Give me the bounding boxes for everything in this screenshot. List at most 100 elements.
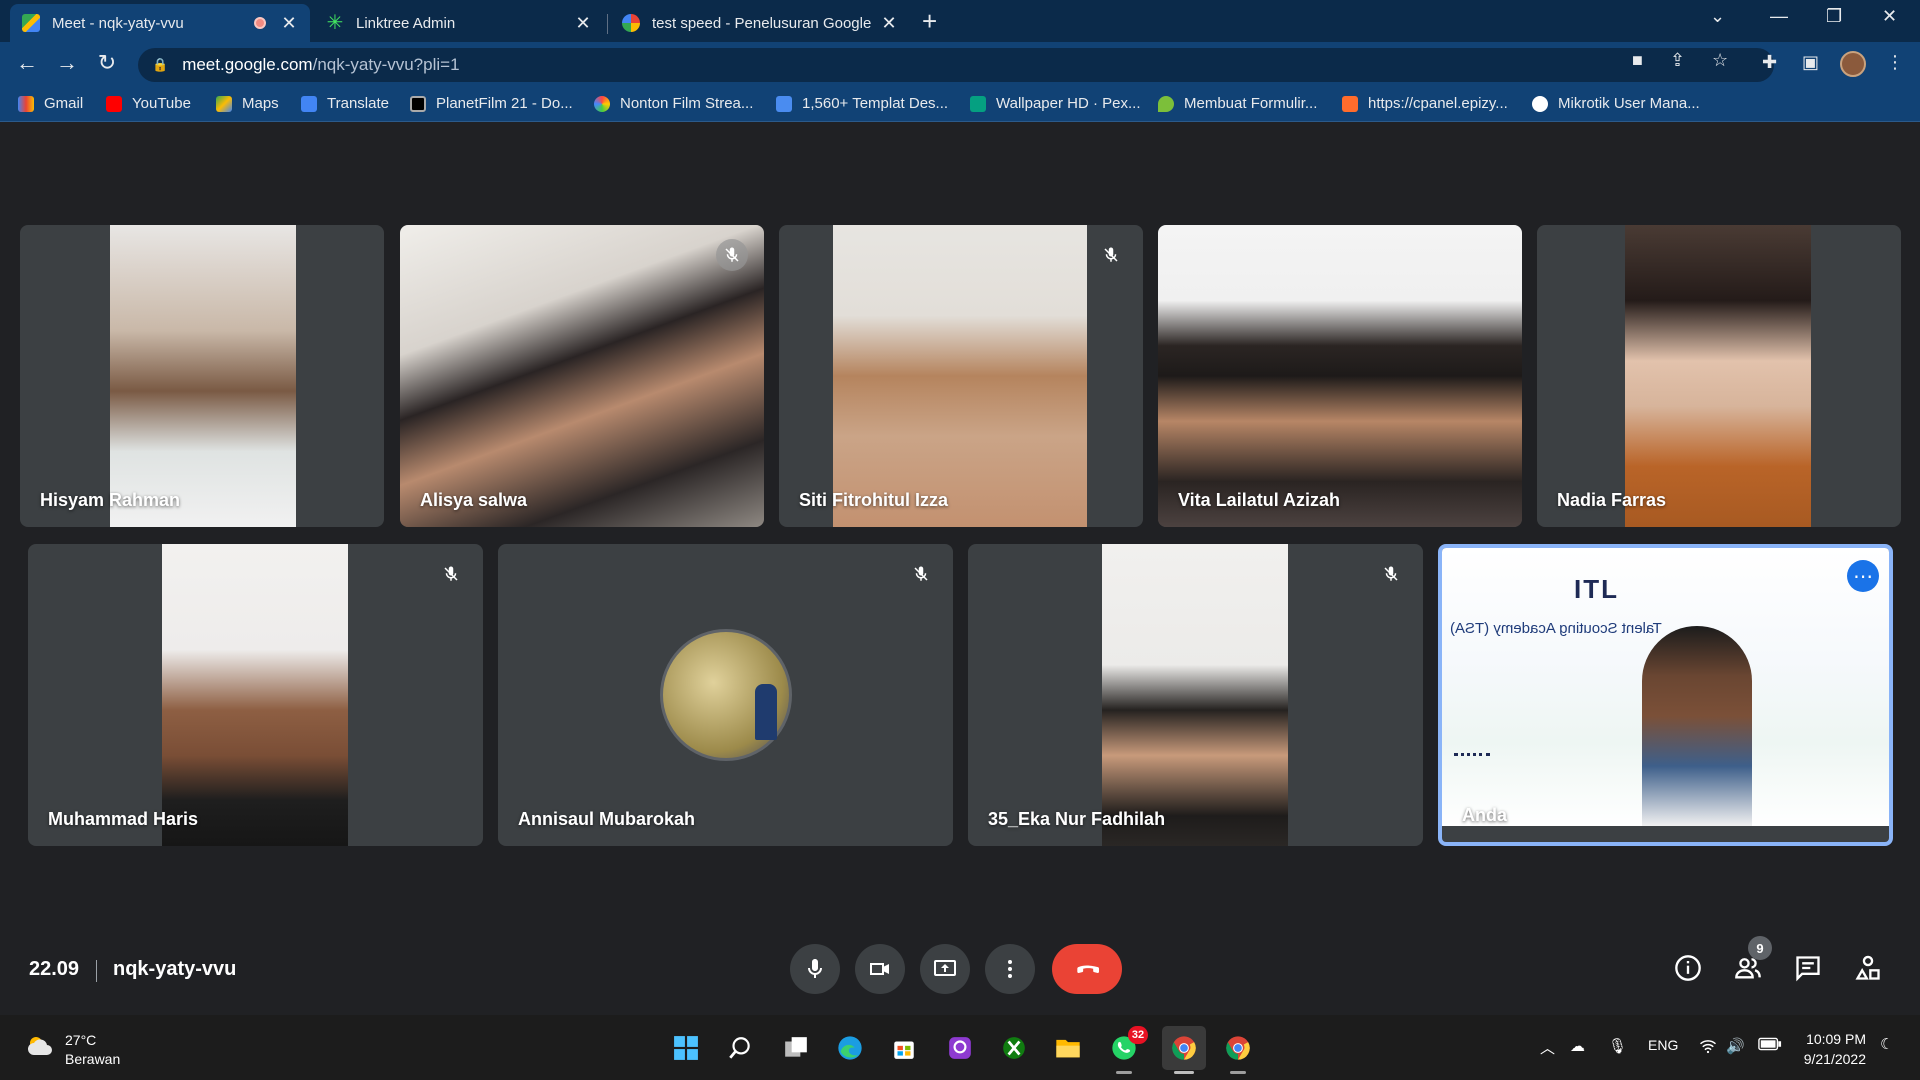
close-tab-icon[interactable]: ✕ (280, 13, 298, 34)
self-view-tile[interactable]: ITL Talent Scouting Academy (TSA) ⋯ Anda (1438, 544, 1893, 846)
participant-video (110, 225, 296, 527)
participant-tile[interactable]: Nadia Farras (1537, 225, 1901, 527)
chrome-menu-icon[interactable]: ⋮ (1886, 52, 1904, 73)
search-icon[interactable] (724, 1032, 756, 1064)
new-tab-icon[interactable]: + (922, 6, 937, 37)
bookmark-label: PlanetFilm 21 - Do... (436, 95, 573, 112)
participant-tile[interactable]: Siti Fitrohitul Izza (779, 225, 1143, 527)
profile-avatar[interactable] (1840, 51, 1866, 77)
chrome-taskbar-icon[interactable] (1162, 1026, 1206, 1074)
participant-video (1102, 544, 1288, 846)
tab-google-search[interactable]: test speed - Penelusuran Google ✕ (610, 4, 910, 42)
self-video: ITL Talent Scouting Academy (TSA) (1442, 548, 1889, 826)
mic-off-icon (1095, 239, 1127, 271)
wifi-icon[interactable] (1698, 1037, 1718, 1059)
present-screen-button[interactable] (920, 944, 970, 994)
podcast-app-icon[interactable] (944, 1032, 976, 1064)
close-tab-icon[interactable]: ✕ (880, 13, 898, 34)
bookmark-translate[interactable]: Translate (301, 95, 389, 112)
chrome-profile-icon[interactable] (1222, 1032, 1254, 1074)
participant-tile[interactable]: Hisyam Rahman (20, 225, 384, 527)
maps-icon (216, 95, 232, 112)
focus-moon-icon[interactable]: ☾ (1880, 1035, 1893, 1053)
tab-search-chevron-icon[interactable]: ⌄ (1710, 6, 1725, 27)
bookmark-label: Maps (242, 95, 279, 112)
chat-icon (1796, 956, 1820, 982)
tab-separator (607, 14, 608, 34)
side-panel-icon[interactable]: ▣ (1802, 52, 1819, 73)
task-view-icon[interactable] (780, 1032, 812, 1064)
camera-in-use-icon[interactable]: ■ (1632, 50, 1643, 71)
bookmark-gmail[interactable]: Gmail (18, 95, 83, 112)
participant-tile[interactable]: 35_Eka Nur Fadhilah (968, 544, 1423, 846)
bookmark-nonton[interactable]: Nonton Film Strea... (594, 95, 753, 112)
onedrive-cloud-icon[interactable]: ☁ (1570, 1037, 1585, 1055)
meet-stage: Hisyam Rahman Alisya salwa Siti Fitrohit… (0, 123, 1920, 1015)
input-language[interactable]: ENG (1648, 1037, 1678, 1053)
windows-start-icon[interactable] (670, 1032, 702, 1064)
meeting-info-button[interactable] (1674, 954, 1702, 987)
bookmark-youtube[interactable]: YouTube (106, 95, 191, 112)
file-explorer-icon[interactable] (1052, 1032, 1084, 1064)
participant-video (1625, 225, 1811, 527)
toolbar: ← → ↻ 🔒 meet.google.com/nqk-yaty-vvu?pli… (0, 42, 1920, 88)
bookmark-label: Translate (327, 95, 389, 112)
close-window-icon[interactable]: ✕ (1882, 6, 1897, 27)
more-options-button[interactable] (985, 944, 1035, 994)
lock-icon[interactable]: 🔒 (152, 57, 168, 73)
close-tab-icon[interactable]: ✕ (574, 13, 592, 34)
bookmark-wallpaper[interactable]: Wallpaper HD · Pex... (970, 95, 1141, 112)
participant-name: Vita Lailatul Azizah (1178, 490, 1341, 510)
show-hidden-icons-chevron-icon[interactable]: ︿ (1540, 1037, 1555, 1058)
bookmark-formulir[interactable]: Membuat Formulir... (1158, 95, 1317, 112)
more-options-icon[interactable]: ⋯ (1847, 560, 1879, 592)
bookmark-templat[interactable]: 1,560+ Templat Des... (776, 95, 948, 112)
tab-linktree[interactable]: ✳ Linktree Admin ✕ (314, 4, 604, 42)
tab-title: Meet - nqk-yaty-vvu (52, 14, 184, 32)
participant-name: Alisya salwa (420, 490, 528, 510)
volume-icon[interactable]: 🔊 (1726, 1037, 1745, 1055)
bookmark-planetfilm[interactable]: PlanetFilm 21 - Do... (410, 95, 573, 112)
bookmark-label: Gmail (44, 95, 84, 112)
chat-button[interactable] (1794, 954, 1822, 987)
edge-browser-icon[interactable] (834, 1032, 866, 1064)
participant-tile[interactable]: Alisya salwa (400, 225, 764, 527)
separator (96, 960, 97, 982)
microsoft-store-icon[interactable] (888, 1032, 920, 1064)
activities-button[interactable] (1854, 954, 1882, 987)
reload-icon[interactable]: ↻ (92, 50, 122, 76)
minimize-icon[interactable]: — (1770, 6, 1788, 27)
microphone-icon (808, 959, 822, 978)
address-bar[interactable]: 🔒 meet.google.com/nqk-yaty-vvu?pli=1 (138, 48, 1774, 82)
weather-cloud-sun-icon[interactable] (26, 1033, 56, 1059)
bookmark-mikrotik[interactable]: Mikrotik User Mana... (1532, 95, 1700, 112)
back-arrow-icon[interactable]: ← (12, 50, 42, 76)
restore-icon[interactable]: ❐ (1826, 6, 1842, 27)
extensions-puzzle-icon[interactable]: ✚ (1762, 52, 1777, 73)
forward-arrow-icon[interactable]: → (52, 50, 82, 76)
whatsapp-icon[interactable]: 32 (1108, 1026, 1148, 1074)
system-time[interactable]: 10:09 PM (1800, 1031, 1866, 1047)
bookmark-label: Membuat Formulir... (1184, 95, 1318, 112)
xbox-icon[interactable] (998, 1032, 1030, 1064)
end-call-button[interactable] (1052, 944, 1122, 994)
bookmark-cpanel[interactable]: https://cpanel.epizy... (1342, 95, 1508, 112)
camera-button[interactable] (855, 944, 905, 994)
system-date[interactable]: 9/21/2022 (1790, 1051, 1866, 1067)
battery-icon[interactable] (1758, 1037, 1782, 1055)
participant-tile[interactable]: Vita Lailatul Azizah (1158, 225, 1522, 527)
bookmark-star-icon[interactable]: ☆ (1712, 50, 1728, 71)
microphone-tray-icon[interactable]: 🎙 (1608, 1037, 1627, 1055)
tab-title: Linktree Admin (356, 14, 456, 32)
url-host: meet.google.com (182, 55, 313, 74)
participant-tile[interactable]: Annisaul Mubarokah (498, 544, 953, 846)
participant-count-badge: 9 (1748, 936, 1772, 960)
share-icon[interactable]: ⇪ (1670, 50, 1685, 71)
bookmark-maps[interactable]: Maps (216, 95, 279, 112)
participant-name: 35_Eka Nur Fadhilah (988, 809, 1166, 829)
leaf-icon (1158, 95, 1174, 112)
microphone-button[interactable] (790, 944, 840, 994)
youtube-icon (106, 95, 122, 112)
participant-tile[interactable]: Muhammad Haris (28, 544, 483, 846)
tab-meet[interactable]: Meet - nqk-yaty-vvu ✕ (10, 4, 310, 42)
